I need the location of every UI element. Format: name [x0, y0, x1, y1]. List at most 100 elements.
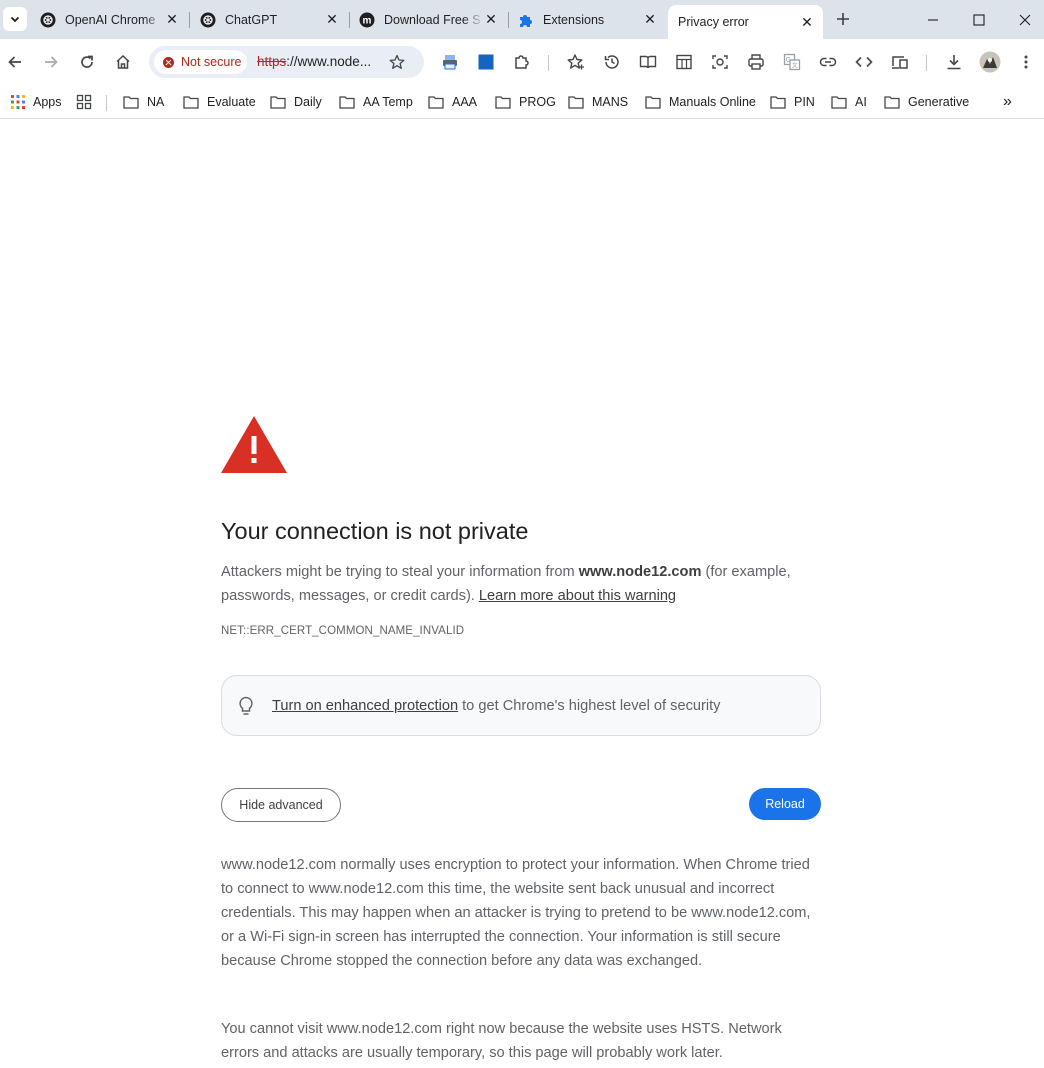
folder-icon	[568, 96, 584, 109]
copy-link-button[interactable]	[814, 48, 842, 76]
close-icon[interactable]: ✕	[483, 11, 499, 28]
folder-icon	[645, 96, 661, 109]
window-close-button[interactable]	[1002, 0, 1044, 39]
view-source-button[interactable]	[850, 48, 878, 76]
bookmark-folder-aa-temp[interactable]: AA Temp	[339, 91, 413, 113]
translate-icon: G文	[783, 53, 801, 71]
cast-icon	[892, 56, 908, 69]
bookmark-folder-prog[interactable]: PROG	[495, 91, 556, 113]
svg-text:G: G	[786, 57, 791, 64]
tab-extensions[interactable]: Extensions ✕	[508, 0, 666, 39]
print-button[interactable]	[742, 48, 770, 76]
bookmark-folder-aaa[interactable]: AAA	[428, 91, 477, 113]
extension-printer-button[interactable]	[436, 48, 464, 76]
bookmark-label: AI	[855, 95, 867, 109]
close-icon[interactable]: ✕	[164, 11, 180, 28]
error-code: NET::ERR_CERT_COMMON_NAME_INVALID	[221, 625, 465, 637]
extensions-button[interactable]	[508, 48, 536, 76]
folder-icon	[270, 96, 286, 109]
bookmark-folder-generative[interactable]: Generative	[884, 91, 969, 113]
cast-button[interactable]	[886, 48, 914, 76]
screenshot-button[interactable]	[706, 48, 734, 76]
hide-advanced-button[interactable]: Hide advanced	[221, 788, 341, 822]
page-title: Your connection is not private	[221, 518, 529, 544]
close-icon[interactable]: ✕	[324, 11, 340, 28]
hsts-paragraph: You cannot visit www.node12.com right no…	[221, 1021, 782, 1061]
reading-mode-button[interactable]	[634, 48, 662, 76]
folder-icon	[339, 96, 355, 109]
learn-more-link[interactable]: Learn more about this warning	[479, 588, 676, 604]
folder-icon	[770, 96, 786, 109]
tab-chatgpt[interactable]: ChatGPT ✕	[190, 0, 348, 39]
tab-privacy-error[interactable]: Privacy error ✕	[668, 5, 823, 39]
reading-mode-icon	[639, 55, 657, 69]
extension-blue-square-button[interactable]	[472, 48, 500, 76]
print-icon	[748, 54, 764, 70]
advanced-details-paragraph: www.node12.com normally uses encryption …	[221, 857, 811, 969]
new-tab-button[interactable]	[832, 8, 854, 30]
bookmark-folder-evaluate[interactable]: Evaluate	[183, 91, 256, 113]
omnibox[interactable]: Not secure https://www.node...	[149, 46, 424, 78]
bookmark-star-button[interactable]	[387, 52, 407, 72]
bookmark-star-icon	[389, 54, 405, 69]
reload-page-button[interactable]: Reload	[749, 788, 821, 820]
tab-download-free[interactable]: m Download Free S ✕	[349, 0, 507, 39]
home-icon	[116, 54, 130, 69]
extensions-puzzle-icon	[515, 55, 529, 69]
enhanced-protection-link[interactable]: Turn on enhanced protection	[272, 698, 458, 714]
security-chip[interactable]: Not secure	[154, 50, 247, 74]
chevron-down-icon	[10, 16, 20, 23]
translate-button[interactable]: G文	[778, 48, 806, 76]
minimize-icon	[928, 18, 938, 21]
lightbulb-icon	[236, 695, 256, 717]
url-scheme: https	[257, 54, 287, 69]
tab-search-button[interactable]	[3, 7, 27, 31]
back-icon	[8, 56, 21, 68]
toolbar-separator	[548, 55, 549, 71]
forward-icon	[45, 56, 58, 68]
close-icon[interactable]: ✕	[642, 11, 658, 28]
folder-icon	[495, 96, 511, 109]
bookmark-apps[interactable]: Apps	[11, 91, 62, 113]
tab-openai-chrome[interactable]: OpenAI Chrome ✕	[30, 0, 188, 39]
forward-button[interactable]	[37, 48, 65, 76]
favorites-button[interactable]	[562, 48, 590, 76]
bookmark-folder-na[interactable]: NA	[123, 91, 164, 113]
screenshot-icon	[712, 55, 728, 69]
maximize-button[interactable]	[956, 0, 1002, 39]
history-button[interactable]	[598, 48, 626, 76]
copy-link-icon	[819, 57, 837, 67]
toolbar-separator	[926, 55, 927, 71]
intro-paragraph: Attackers might be trying to steal your …	[221, 560, 821, 608]
reload-button[interactable]	[73, 48, 101, 76]
reload-icon	[81, 55, 93, 68]
bookmark-folder-daily[interactable]: Daily	[270, 91, 322, 113]
bookmark-folder-manuals-online[interactable]: Manuals Online	[645, 91, 756, 113]
close-icon[interactable]: ✕	[799, 14, 815, 30]
back-button[interactable]	[1, 48, 29, 76]
minimize-button[interactable]	[910, 0, 956, 39]
close-icon	[1019, 14, 1031, 25]
downloads-icon	[947, 55, 961, 70]
bookmark-folder-pin[interactable]: PIN	[770, 91, 815, 113]
extension-blue-square-icon	[478, 54, 494, 70]
tab-title: Extensions	[543, 12, 605, 27]
menu-button[interactable]	[1012, 48, 1040, 76]
bookmark-label: Apps	[33, 95, 62, 109]
bookmark-folder-mans[interactable]: MANS	[568, 91, 628, 113]
intro-domain: www.node12.com	[578, 564, 702, 580]
downloads-button[interactable]	[940, 48, 968, 76]
home-button[interactable]	[109, 48, 137, 76]
url-text[interactable]: https://www.node...	[257, 54, 379, 69]
extension-printer-icon	[443, 55, 457, 70]
folder-icon	[428, 96, 444, 109]
profile-button[interactable]	[976, 48, 1004, 76]
intro-text: Attackers might be trying to steal your …	[221, 564, 579, 580]
bookmark-tab-groups[interactable]	[76, 91, 100, 113]
not-secure-icon	[163, 56, 174, 68]
bookmark-folder-ai[interactable]: AI	[831, 91, 867, 113]
bookmarks-overflow-button[interactable]: »	[1003, 91, 1012, 113]
folder-icon	[123, 96, 139, 109]
tab-title: OpenAI Chrome	[65, 12, 156, 27]
tab-layout-button[interactable]	[670, 48, 698, 76]
